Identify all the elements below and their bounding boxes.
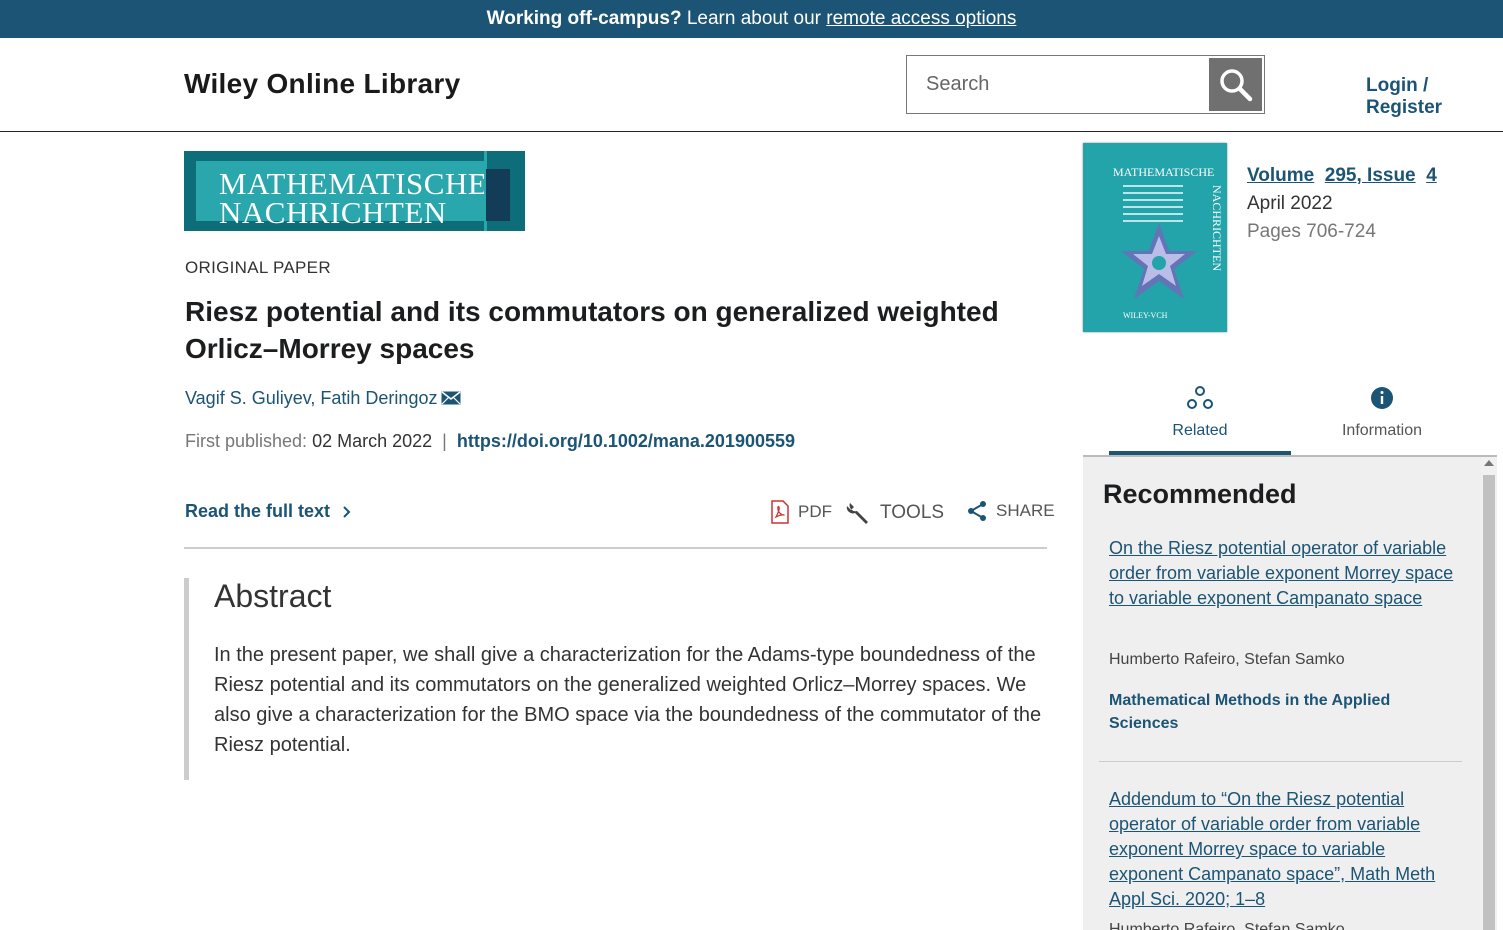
recommended-item-journal[interactable]: Mathematical Methods in the Applied Scie… xyxy=(1109,689,1429,735)
cover-publisher: WILEY-VCH xyxy=(1123,311,1168,320)
search-icon xyxy=(1219,68,1252,101)
banner-bold-text: Working off-campus? xyxy=(486,8,682,29)
share-button[interactable]: SHARE xyxy=(966,500,1055,522)
tools-label: TOOLS xyxy=(880,502,945,523)
abstract-section: Abstract In the present paper, we shall … xyxy=(184,578,1052,780)
share-label: SHARE xyxy=(996,501,1055,520)
journal-banner-line2: NACHRICHTEN xyxy=(219,195,447,230)
pdf-label: PDF xyxy=(798,502,832,521)
abstract-text: In the present paper, we shall give a ch… xyxy=(214,644,1042,756)
first-published-date: 02 March 2022 xyxy=(312,431,433,451)
read-full-text-link[interactable]: Read the full text xyxy=(185,501,353,522)
search-box xyxy=(906,55,1265,114)
chevron-right-icon xyxy=(343,506,351,518)
tab-information[interactable]: Information xyxy=(1291,380,1473,456)
info-icon xyxy=(1371,387,1393,409)
recommended-item-authors: Humberto Rafeiro, Stefan Samko xyxy=(1109,921,1345,930)
issue-month: April 2022 xyxy=(1247,193,1333,214)
sidebar-tabs: Related Information xyxy=(1109,380,1497,456)
related-icon xyxy=(1187,386,1213,409)
wrench-icon xyxy=(846,503,868,524)
content-divider xyxy=(184,547,1047,549)
scrollbar-thumb[interactable] xyxy=(1483,475,1495,930)
volume-link[interactable]: Volume xyxy=(1247,165,1314,186)
journal-banner-logo[interactable]: MATHEMATISCHE NACHRICHTEN xyxy=(184,151,525,231)
article-title: Riesz potential and its commutators on g… xyxy=(185,296,999,364)
recommended-item-title[interactable]: On the Riesz potential operator of varia… xyxy=(1109,536,1454,611)
abstract-heading: Abstract xyxy=(214,578,332,614)
author-list: Vagif S. Guliyev, Fatih Deringoz xyxy=(185,388,461,410)
tab-related-label: Related xyxy=(1172,422,1228,439)
site-logo[interactable]: Wiley Online Library xyxy=(184,68,460,100)
recommended-separator xyxy=(1099,761,1462,762)
recommended-panel: Recommended On the Riesz potential opera… xyxy=(1083,457,1481,930)
tab-information-label: Information xyxy=(1341,422,1423,439)
off-campus-banner: Working off-campus? Learn about our remo… xyxy=(0,0,1503,38)
tab-related[interactable]: Related xyxy=(1109,380,1291,456)
journal-cover-image[interactable]: MATHEMATISCHE NACHRICHTEN WILEY-VCH xyxy=(1083,143,1227,332)
read-full-text-label: Read the full text xyxy=(185,501,331,521)
search-button[interactable] xyxy=(1209,58,1262,111)
remote-access-link[interactable]: remote access options xyxy=(826,8,1016,29)
tools-button[interactable]: TOOLS xyxy=(846,500,944,526)
separator: | xyxy=(442,431,447,451)
recommended-heading: Recommended xyxy=(1103,479,1297,509)
journal-banner-square xyxy=(486,169,510,221)
scroll-up-arrow[interactable] xyxy=(1484,460,1494,466)
first-published-label: First published: xyxy=(185,431,308,451)
share-icon xyxy=(968,501,986,521)
cover-title: MATHEMATISCHE xyxy=(1113,165,1215,179)
issue-number-link[interactable]: 4 xyxy=(1426,165,1437,186)
pdf-button[interactable]: PDF xyxy=(770,500,832,524)
author-link[interactable]: Vagif S. Guliyev xyxy=(185,388,310,408)
site-header: Wiley Online Library Login / Register xyxy=(0,38,1503,132)
issue-info: Volume 295, Issue 4 April 2022 Pages 706… xyxy=(1247,162,1437,246)
author-link[interactable]: Fatih Deringoz xyxy=(320,388,437,408)
publication-info: First published: 02 March 2022 | https://d… xyxy=(185,431,795,452)
login-register-link[interactable]: Login / Register xyxy=(1366,75,1503,119)
article-type: ORIGINAL PAPER xyxy=(185,258,331,277)
envelope-icon[interactable] xyxy=(441,389,461,410)
issue-pages: Pages 706-724 xyxy=(1247,221,1376,242)
pdf-icon xyxy=(771,500,789,524)
search-input[interactable] xyxy=(907,56,1226,113)
recommended-item-authors: Humberto Rafeiro, Stefan Samko xyxy=(1109,651,1345,668)
recommended-item-title[interactable]: Addendum to “On the Riesz potential oper… xyxy=(1109,787,1454,912)
panel-scrollbar[interactable] xyxy=(1481,457,1497,930)
banner-text: Learn about our xyxy=(681,8,827,29)
volume-issue-link[interactable]: 295, Issue xyxy=(1325,165,1416,186)
cover-vertical-title: NACHRICHTEN xyxy=(1210,185,1224,271)
doi-link[interactable]: https://doi.org/10.1002/mana.201900559 xyxy=(457,431,795,451)
cover-star-graphic xyxy=(1121,223,1197,299)
